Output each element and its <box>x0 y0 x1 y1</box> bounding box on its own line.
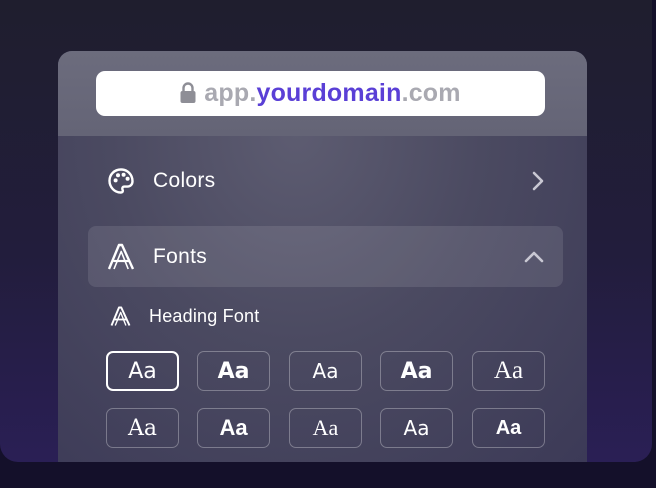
font-option[interactable]: Aa <box>289 408 362 448</box>
url-suffix: .com <box>401 79 461 107</box>
font-option[interactable]: Aa <box>197 408 270 448</box>
menu-item-colors[interactable]: Colors <box>88 151 563 211</box>
settings-panel: app. yourdomain .com Colors Fonts Headin… <box>58 51 587 462</box>
font-option[interactable]: Aa <box>472 351 545 391</box>
font-option[interactable]: Aa <box>289 351 362 391</box>
heading-font-label: Heading Font <box>149 305 260 326</box>
menu-item-label: Colors <box>153 169 216 192</box>
font-option-selected[interactable]: Aa <box>106 351 179 391</box>
chevron-right-icon <box>531 170 545 192</box>
font-option[interactable]: Aa <box>106 408 179 448</box>
address-bar[interactable]: app. yourdomain .com <box>96 71 545 116</box>
menu-item-label: Fonts <box>153 244 208 268</box>
font-option[interactable]: Aa <box>380 408 453 448</box>
font-icon <box>107 243 135 271</box>
browser-header: app. yourdomain .com <box>58 51 587 136</box>
lock-icon <box>180 81 196 104</box>
font-option[interactable]: Aa <box>472 408 545 448</box>
font-option[interactable]: Aa <box>380 351 453 391</box>
palette-icon <box>107 167 135 195</box>
heading-font-section: Heading Font <box>110 304 259 328</box>
url-domain: yourdomain <box>256 79 402 107</box>
font-icon <box>110 306 131 327</box>
chevron-up-icon[interactable] <box>523 250 545 264</box>
font-option[interactable]: Aa <box>197 351 270 391</box>
menu-item-fonts[interactable]: Fonts <box>88 226 563 287</box>
url-prefix: app. <box>204 79 257 107</box>
